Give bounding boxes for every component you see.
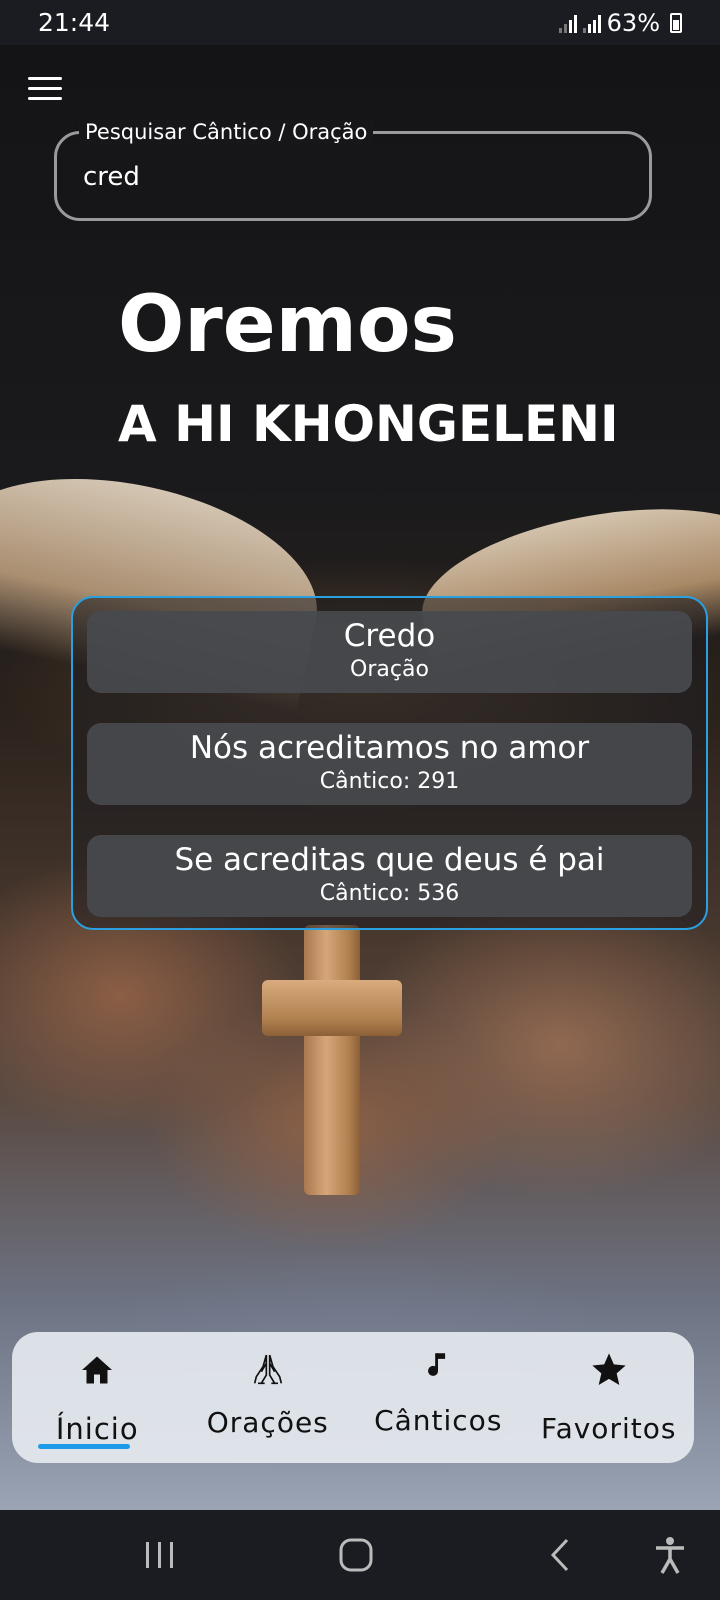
result-item[interactable]: Nós acreditamos no amor Cântico: 291 [87,723,692,805]
bottom-navigation: Ínicio Orações Cânticos Favoritos [12,1332,694,1463]
nav-item-oracoes[interactable]: Orações [183,1332,354,1463]
back-button[interactable] [530,1510,590,1600]
signal-icon-2 [582,13,601,33]
result-item[interactable]: Credo Oração [87,611,692,693]
search-value[interactable]: cred [83,162,140,192]
star-icon [592,1353,626,1385]
result-item[interactable]: Se acreditas que deus é pai Cântico: 536 [87,835,692,917]
nav-label-favoritos: Favoritos [541,1412,677,1445]
status-indicators: 63% [558,8,682,37]
battery-percentage: 63% [606,8,660,37]
recent-apps-icon [146,1542,173,1568]
accessibility-button[interactable] [640,1510,700,1600]
home-circle-icon [339,1538,373,1572]
home-button[interactable] [326,1510,386,1600]
back-icon [550,1538,569,1572]
search-label: Pesquisar Cântico / Oração [79,120,374,144]
music-note-icon [428,1353,446,1376]
nav-item-inicio[interactable]: Ínicio [12,1332,183,1463]
menu-button[interactable] [28,77,62,103]
nav-item-canticos[interactable]: Cânticos [353,1332,524,1463]
home-icon [82,1356,113,1384]
result-subtitle: Cântico: 536 [319,881,460,906]
status-bar: 21:44 63% [0,0,720,45]
menu-icon [28,77,62,80]
accessibility-icon [656,1537,684,1574]
search-results-dropdown: Credo Oração Nós acreditamos no amor Cân… [71,596,708,930]
main-content: Pesquisar Cântico / Oração cred Oremos A… [0,45,720,1510]
result-subtitle: Oração [350,657,429,682]
page-title: Oremos [118,280,457,370]
praying-hands-icon [253,1354,282,1385]
nav-label-oracoes: Orações [206,1406,329,1439]
nav-label-canticos: Cânticos [374,1404,503,1437]
page-subtitle: A HI KHONGELENI [118,395,619,453]
result-title: Credo [343,618,436,654]
battery-icon [670,12,682,33]
result-title: Se acreditas que deus é pai [174,842,605,878]
signal-icon [558,13,577,33]
status-time: 21:44 [38,8,111,37]
nav-item-favoritos[interactable]: Favoritos [524,1332,695,1463]
background-photo-cross [304,925,360,1195]
active-tab-indicator [38,1444,130,1449]
search-input[interactable]: Pesquisar Cântico / Oração cred [54,120,652,221]
result-title: Nós acreditamos no amor [189,730,590,766]
background-photo-cross-bar [262,980,402,1036]
result-subtitle: Cântico: 291 [319,769,460,794]
system-navigation-bar [0,1510,720,1600]
nav-label-inicio: Ínicio [55,1412,139,1446]
recent-apps-button[interactable] [130,1510,190,1600]
